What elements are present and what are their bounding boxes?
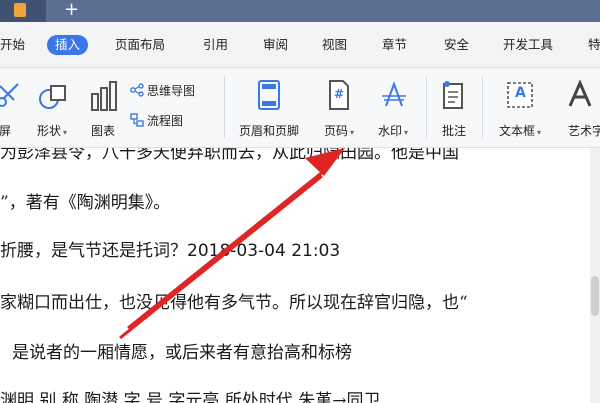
chart-button[interactable]: 图表 — [84, 74, 122, 144]
ribbon-toolbar: 屏 形状 ▾ 图表 思维导图 流程图 页眉和页脚 # 页码 ▾ 水印 ▾ 批注 … — [0, 68, 600, 148]
chart-label: 图表 — [90, 124, 115, 138]
document-line: 渊明 别 称 陶潜 字 号 字元亮 所处时代 朱堇→同卫 — [0, 391, 381, 403]
mindmap-icon — [130, 83, 144, 97]
header-footer-label: 页眉和页脚 — [238, 124, 299, 138]
textbox-icon-letter: A — [515, 85, 526, 101]
shapes-icon — [39, 85, 66, 109]
tab-security[interactable]: 安全 — [444, 35, 469, 55]
tab-developer[interactable]: 开发工具 — [503, 35, 553, 55]
flowchart-icon — [130, 113, 144, 127]
page-number-label: 页码 ▾ — [323, 124, 355, 138]
timestamp: 2018-03-04 21:03 — [187, 241, 341, 261]
screenshot-button[interactable]: 屏 — [0, 74, 20, 144]
shapes-button[interactable]: 形状 ▾ — [32, 74, 72, 144]
comment-icon — [443, 81, 463, 109]
vertical-scrollbar[interactable] — [590, 148, 600, 403]
separator — [224, 76, 225, 138]
new-tab-button[interactable]: + — [64, 0, 79, 20]
page-number-glyph: # — [334, 87, 345, 101]
flowchart-button[interactable]: 流程图 — [130, 112, 183, 129]
header-footer-button[interactable]: 页眉和页脚 — [232, 74, 306, 144]
document-line: 是说者的一厢情愿，或后来者有意抬高和标榜 — [12, 343, 352, 363]
separator — [482, 76, 483, 138]
document-line: 为彭泽县令，八十多天便弃职而去，从此归隐田园。他是中国 — [0, 148, 459, 163]
tab-insert[interactable]: 插入 — [47, 35, 89, 55]
separator — [426, 76, 427, 138]
header-footer-icon — [258, 80, 280, 110]
document-icon — [14, 3, 26, 17]
art-text-label: 艺术字 — [567, 124, 600, 138]
watermark-button[interactable]: 水印 ▾ — [368, 74, 418, 144]
textbox-label: 文本框 ▾ — [498, 124, 542, 138]
comment-button[interactable]: 批注 — [434, 74, 474, 144]
comment-label: 批注 — [441, 124, 466, 138]
document-line: 家糊口而出仕，也没见得他有多气节。所以现在辞官归隐，也“ — [0, 293, 468, 313]
tab-view[interactable]: 视图 — [322, 35, 347, 55]
watermark-icon — [382, 81, 406, 107]
tab-sections[interactable]: 章节 — [382, 35, 407, 55]
title-bar: + — [0, 0, 600, 22]
tab-review[interactable]: 审阅 — [263, 35, 288, 55]
ribbon-tabs: 开始 插入 页面布局 引用 审阅 视图 章节 安全 开发工具 特 — [0, 22, 600, 68]
scissors-icon — [0, 83, 19, 107]
document-line: ”，著有《陶渊明集》。 — [0, 193, 171, 213]
art-text-button[interactable]: 艺术字 — [556, 74, 600, 144]
tab-special[interactable]: 特 — [588, 35, 600, 55]
tab-references[interactable]: 引用 — [203, 35, 228, 55]
document-tab[interactable] — [0, 0, 46, 22]
scrollbar-thumb[interactable] — [591, 276, 599, 316]
shapes-label: 形状 ▾ — [36, 124, 68, 138]
document-line: 折腰，是气节还是托词？2018-03-04 21:03 — [0, 241, 341, 261]
tab-page-layout[interactable]: 页面布局 — [115, 35, 165, 55]
screenshot-label: 屏 — [0, 124, 11, 138]
chart-icon — [91, 81, 117, 111]
textbox-button[interactable]: A 文本框 ▾ — [490, 74, 550, 144]
tab-home[interactable]: 开始 — [0, 35, 25, 55]
page-number-button[interactable]: # 页码 ▾ — [314, 74, 364, 144]
document-area[interactable]: 为彭泽县令，八十多天便弃职而去，从此归隐田园。他是中国 ”，著有《陶渊明集》。 … — [0, 148, 600, 403]
art-text-icon — [568, 80, 592, 107]
mindmap-button[interactable]: 思维导图 — [130, 82, 195, 99]
watermark-label: 水印 ▾ — [377, 124, 409, 138]
